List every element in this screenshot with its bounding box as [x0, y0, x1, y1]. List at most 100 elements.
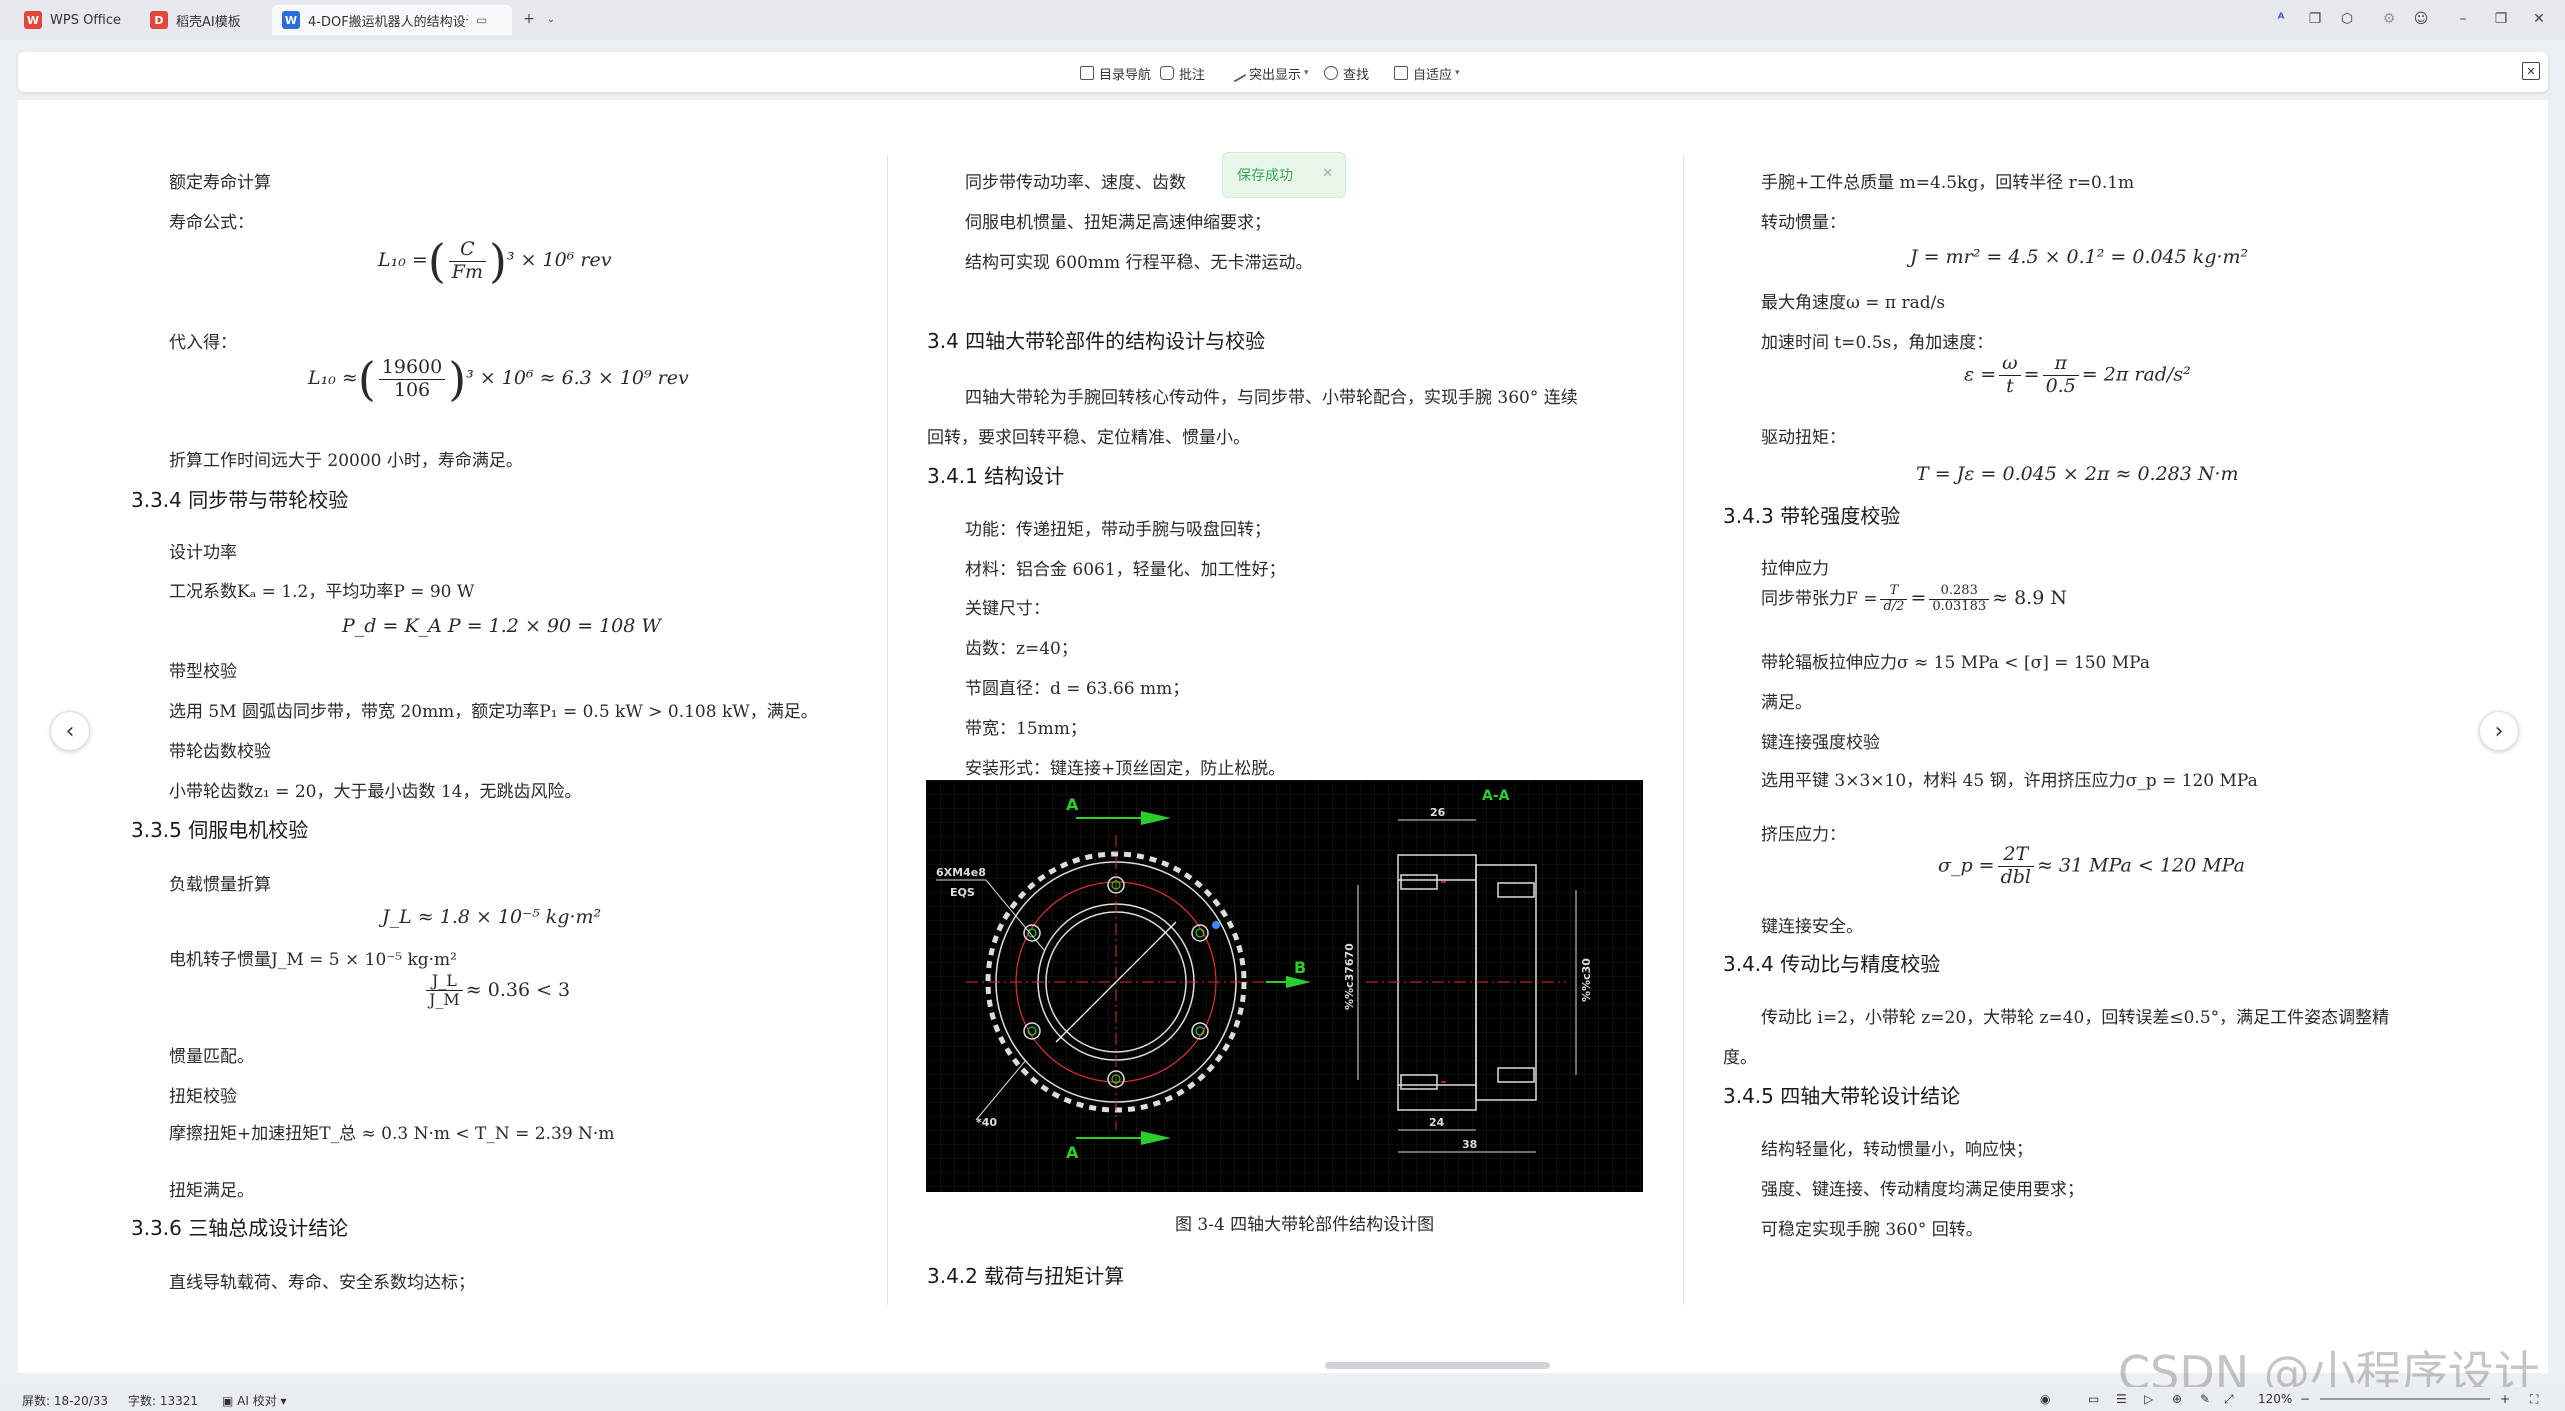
find-button[interactable]: 查找: [1324, 62, 1369, 84]
text-line: 挤压应力：: [1761, 825, 1846, 845]
text-line: 拉伸应力: [1761, 559, 1829, 579]
dim-diameter-37670: %%c37670: [1343, 943, 1356, 1010]
comment-icon: [1160, 66, 1174, 80]
zoom-level[interactable]: 120%: [2258, 1392, 2292, 1406]
section-label-a-top: A: [1066, 795, 1079, 814]
eqs-note: EQS: [950, 886, 975, 899]
ai-proofread-label: AI 校对: [237, 1394, 277, 1408]
highlighter-icon: [1227, 63, 1247, 83]
toc-nav-button[interactable]: 目录导航: [1080, 62, 1151, 84]
exit-reading-mode-icon[interactable]: ✕: [2522, 62, 2540, 80]
pulley-cad-drawing: A A B A-A 6XM4e8 EQS *40 26 24 38 %%c376…: [926, 780, 1643, 1192]
fullscreen-icon[interactable]: ⛶: [2530, 1392, 2538, 1407]
equation-life-substituted: L₁₀ ≈(19600 106)³ × 10⁶ ≈ 6.3 × 10⁹ rev: [308, 352, 689, 406]
text-line: 最大角速度ω = π rad/s: [1761, 293, 1946, 313]
cube-icon[interactable]: ⬡: [2336, 8, 2358, 30]
heading-3-4-3: 3.4.3 带轮强度校验: [1723, 504, 1901, 528]
avatar-icon[interactable]: ☺: [2410, 8, 2432, 30]
zoom-out-icon[interactable]: −: [2300, 1392, 2310, 1406]
text-line: 结构轻量化，转动惯量小，响应快；: [1761, 1140, 2033, 1160]
page-right: 手腕+工件总质量 m=4.5kg，回转半径 r=0.1m 转动惯量： J = m…: [1684, 100, 2548, 1310]
section-title-aa: A-A: [1482, 788, 1510, 804]
comment-label: 批注: [1179, 67, 1206, 83]
word-count[interactable]: 字数: 13321: [128, 1392, 198, 1409]
text-line: 带轮辐板拉伸应力σ ≈ 15 MPa < [σ] = 150 MPa: [1761, 653, 2150, 673]
minimize-icon[interactable]: –: [2452, 8, 2474, 30]
text-line: 选用平键 3×3×10，材料 45 钢，许用挤压应力σ_p = 120 MPa: [1761, 771, 2258, 791]
thread-note: 6XM4e8: [936, 866, 986, 879]
text-line: 设计功率: [169, 543, 237, 563]
zoom-fit-icon[interactable]: ⤢: [2224, 1392, 2234, 1407]
text-line: 满足。: [1761, 693, 1812, 713]
ai-assistant-icon[interactable]: ᴬ: [2270, 8, 2292, 30]
text-line: 键连接强度校验: [1761, 733, 1880, 753]
ai-proofread-button[interactable]: ▣ AI 校对 ▾: [222, 1392, 287, 1409]
figure-caption: 图 3-4 四轴大带轮部件结构设计图: [1175, 1215, 1435, 1235]
outline-view-icon[interactable]: ☰: [2116, 1392, 2127, 1406]
settings-icon[interactable]: ⚙: [2378, 8, 2400, 30]
heading-3-4: 3.4 四轴大带轮部件的结构设计与校验: [927, 329, 1266, 353]
dim-40: *40: [976, 1116, 997, 1129]
text-line: 强度、键连接、传动精度均满足使用要求；: [1761, 1180, 2084, 1200]
dim-26: 26: [1430, 806, 1446, 819]
highlight-button[interactable]: 突出显示 ▾: [1227, 62, 1309, 84]
fit-button[interactable]: 自适应 ▾: [1394, 62, 1460, 84]
text-line: 选用 5M 圆弧齿同步带，带宽 20mm，额定功率P₁ = 0.5 kW > 0…: [169, 702, 818, 722]
eye-icon[interactable]: ◉: [2040, 1392, 2050, 1406]
text-line: 加速时间 t=0.5s，角加速度：: [1761, 333, 1994, 353]
text-line: 电机转子惯量J_M = 5 × 10⁻⁵ kg·m²: [169, 950, 457, 970]
zoom-slider[interactable]: [2320, 1398, 2490, 1400]
new-tab-icon[interactable]: +: [518, 8, 540, 30]
page-count[interactable]: 屏数: 18-20/33: [22, 1392, 108, 1409]
edit-icon[interactable]: ✎: [2200, 1392, 2210, 1406]
text-line: 四轴大带轮为手腕回转核心传动件，与同步带、小带轮配合，实现手腕 360° 连续: [965, 388, 1578, 408]
equation-belt-tension: 同步带张力F = Td/2 = 0.283 0.03183 ≈ 8.9 N: [1761, 583, 2067, 614]
tab-close-icon[interactable]: ▭: [476, 13, 487, 27]
horizontal-scrollbar[interactable]: [1325, 1362, 1550, 1369]
status-bar: 屏数: 18-20/33 字数: 13321 ▣ AI 校对 ▾ ◉ ▭ ☰ ▷…: [0, 1387, 2565, 1411]
text-line: 手腕+工件总质量 m=4.5kg，回转半径 r=0.1m: [1761, 173, 2135, 193]
page-view-icon[interactable]: ▭: [2088, 1392, 2099, 1406]
text-line: 工况系数Kₐ = 1.2，平均功率P = 90 W: [169, 582, 475, 602]
docer-logo-icon: D: [150, 11, 168, 29]
zoom-in-icon[interactable]: +: [2500, 1392, 2510, 1406]
text-line: 材料：铝合金 6061，轻量化、加工性好；: [965, 560, 1286, 580]
find-label: 查找: [1343, 67, 1370, 83]
text-line: 带宽：15mm；: [965, 719, 1087, 739]
play-icon[interactable]: ▷: [2144, 1392, 2153, 1406]
fit-label: 自适应: [1413, 67, 1453, 83]
toast-close-icon[interactable]: ✕: [1322, 166, 1333, 181]
tab-wps-office[interactable]: W WPS Office: [14, 5, 134, 35]
comment-button[interactable]: 批注: [1160, 62, 1205, 84]
text-line: 折算工作时间远大于 20000 小时，寿命满足。: [169, 451, 523, 471]
text-line: 结构可实现 600mm 行程平稳、无卡滞运动。: [965, 253, 1313, 273]
heading-3-3-6: 3.3.6 三轴总成设计结论: [131, 1216, 349, 1240]
tab-label: 4-DOF搬运机器人的结构设计: [308, 14, 468, 30]
ai-proofread-icon: ▣: [222, 1394, 238, 1408]
text-line: 转动惯量：: [1761, 213, 1846, 233]
prev-page-button[interactable]: ‹: [50, 711, 90, 751]
next-page-button[interactable]: ›: [2479, 711, 2519, 751]
chevron-left-icon: ‹: [65, 718, 75, 744]
window-layout-icon[interactable]: ❐: [2304, 8, 2326, 30]
tab-document[interactable]: W 4-DOF搬运机器人的结构设计 ▭: [272, 5, 512, 35]
close-window-icon[interactable]: ✕: [2528, 8, 2550, 30]
text-line: 扭矩满足。: [169, 1181, 254, 1201]
tab-list-chevron-icon[interactable]: ⌄: [540, 8, 562, 30]
text-line: 额定寿命计算: [169, 173, 271, 193]
reading-toolbar: 目录导航 批注 突出显示 ▾ 查找 自适应 ▾ ✕: [18, 52, 2548, 92]
equation-extrusion-stress: σ_p = 2T dbl ≈ 31 MPa < 120 MPa: [1938, 843, 2245, 888]
wps-logo-icon: W: [24, 11, 42, 29]
text-line: 齿数：z=40；: [965, 639, 1078, 659]
toc-nav-label: 目录导航: [1099, 67, 1152, 83]
tab-docer-ai-template[interactable]: D 稻壳AI模板: [140, 5, 266, 35]
search-icon: [1324, 66, 1338, 80]
web-view-icon[interactable]: ⊕: [2172, 1392, 2182, 1406]
fit-page-icon: [1394, 66, 1408, 80]
tab-label: 稻壳AI模板: [176, 14, 241, 30]
text-line: 功能：传递扭矩，带动手腕与吸盘回转；: [965, 520, 1271, 540]
chevron-down-icon: ▾: [276, 1394, 287, 1408]
text-line: 伺服电机惯量、扭矩满足高速伸缩要求；: [965, 213, 1271, 233]
restore-icon[interactable]: ❐: [2490, 8, 2512, 30]
text-line: 同步带传动功率、速度、齿数: [965, 173, 1186, 193]
